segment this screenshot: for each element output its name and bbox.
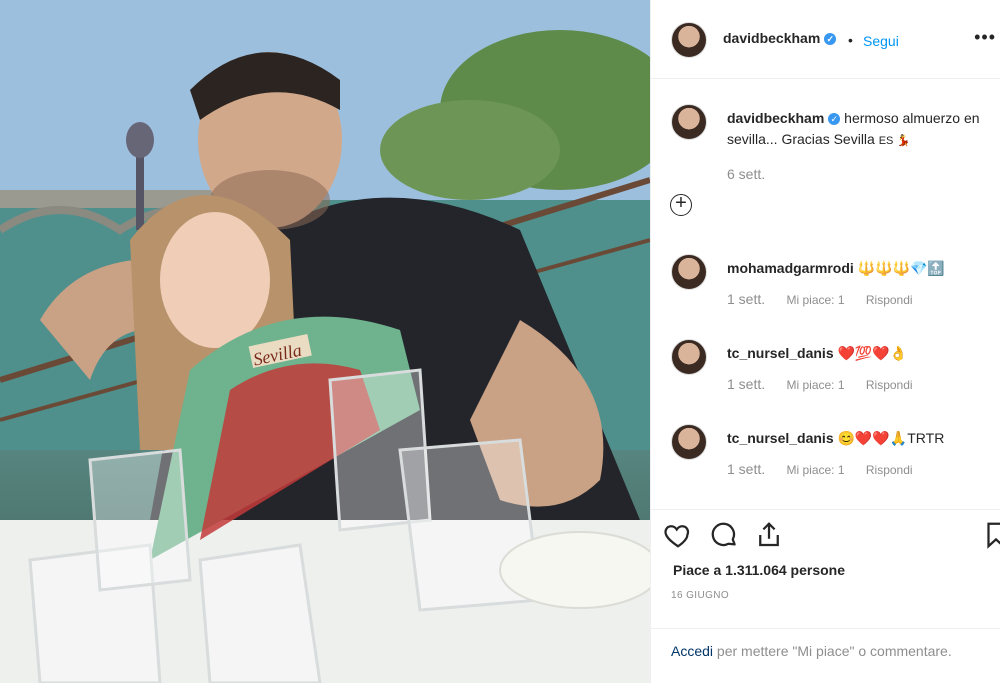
comment-likes[interactable]: Mi piace: 1 [786, 293, 844, 307]
comment-avatar[interactable] [671, 254, 707, 290]
bookmark-icon[interactable] [981, 520, 1000, 550]
separator-dot: • [848, 32, 853, 48]
photo-illustration: Sevilla [0, 0, 650, 683]
author-username[interactable]: davidbeckham ✓ [723, 30, 837, 46]
reply-button[interactable]: Rispondi [866, 463, 913, 477]
comment-likes[interactable]: Mi piace: 1 [786, 378, 844, 392]
more-options-icon[interactable]: ••• [974, 27, 996, 48]
share-icon[interactable] [754, 520, 784, 550]
comment-text: 😊❤️❤️🙏TRTR [837, 430, 945, 446]
comment-item: mohamadgarmrodi 🔱🔱🔱💎🔝 1 sett. Mi piace: … [671, 254, 991, 324]
comment-text: 🔱🔱🔱💎🔝 [857, 260, 945, 276]
comment-item: tc_nursel_danis 😊❤️❤️🙏TRTR 1 sett. Mi pi… [671, 424, 991, 494]
likes-count[interactable]: Piace a 1.311.064 persone [673, 562, 845, 578]
comment-text: ❤️💯❤️👌 [837, 345, 908, 361]
caption-avatar[interactable] [671, 104, 707, 140]
verified-icon: ✓ [824, 33, 837, 46]
comment-username[interactable]: mohamadgarmrodi [727, 260, 854, 276]
action-bar: Piace a 1.311.064 persone 16 GIUGNO Acce… [651, 509, 1000, 684]
comment-item: tc_nursel_danis ❤️💯❤️👌 1 sett. Mi piace:… [671, 339, 991, 409]
reply-button[interactable]: Rispondi [866, 378, 913, 392]
comment-username[interactable]: tc_nursel_danis [727, 430, 834, 446]
caption-username[interactable]: davidbeckham [727, 110, 824, 126]
login-link[interactable]: Accedi [671, 643, 713, 659]
comment-time[interactable]: 1 sett. [727, 376, 765, 392]
caption-emoji: ES 💃 [878, 135, 911, 147]
comment-icon[interactable] [709, 520, 739, 550]
load-more-comments-icon[interactable]: + [670, 193, 692, 216]
post-header: davidbeckham ✓ • Segui ••• [651, 0, 1000, 79]
author-username-text[interactable]: davidbeckham [723, 30, 820, 46]
heart-icon[interactable] [663, 520, 693, 550]
comment-avatar[interactable] [671, 424, 707, 460]
login-text: per mettere "Mi piace" o commentare. [713, 643, 952, 659]
caption-date[interactable]: 6 sett. [727, 166, 765, 182]
follow-button[interactable]: Segui [863, 33, 899, 49]
comment-likes[interactable]: Mi piace: 1 [786, 463, 844, 477]
comment-username[interactable]: tc_nursel_danis [727, 345, 834, 361]
comment-time[interactable]: 1 sett. [727, 461, 765, 477]
author-avatar[interactable] [671, 22, 707, 58]
comment-time[interactable]: 1 sett. [727, 291, 765, 307]
caption-text: davidbeckham ✓ hermoso almuerzo en sevill… [727, 108, 987, 152]
login-prompt: Accedi per mettere "Mi piace" o commenta… [651, 628, 1000, 685]
comment-avatar[interactable] [671, 339, 707, 375]
post-date[interactable]: 16 GIUGNO [671, 590, 729, 601]
post-panel: davidbeckham ✓ • Segui ••• davidbeckham ✓ … [650, 0, 1000, 683]
reply-button[interactable]: Rispondi [866, 293, 913, 307]
verified-icon: ✓ [828, 113, 841, 126]
post-photo[interactable]: Sevilla [0, 0, 650, 683]
